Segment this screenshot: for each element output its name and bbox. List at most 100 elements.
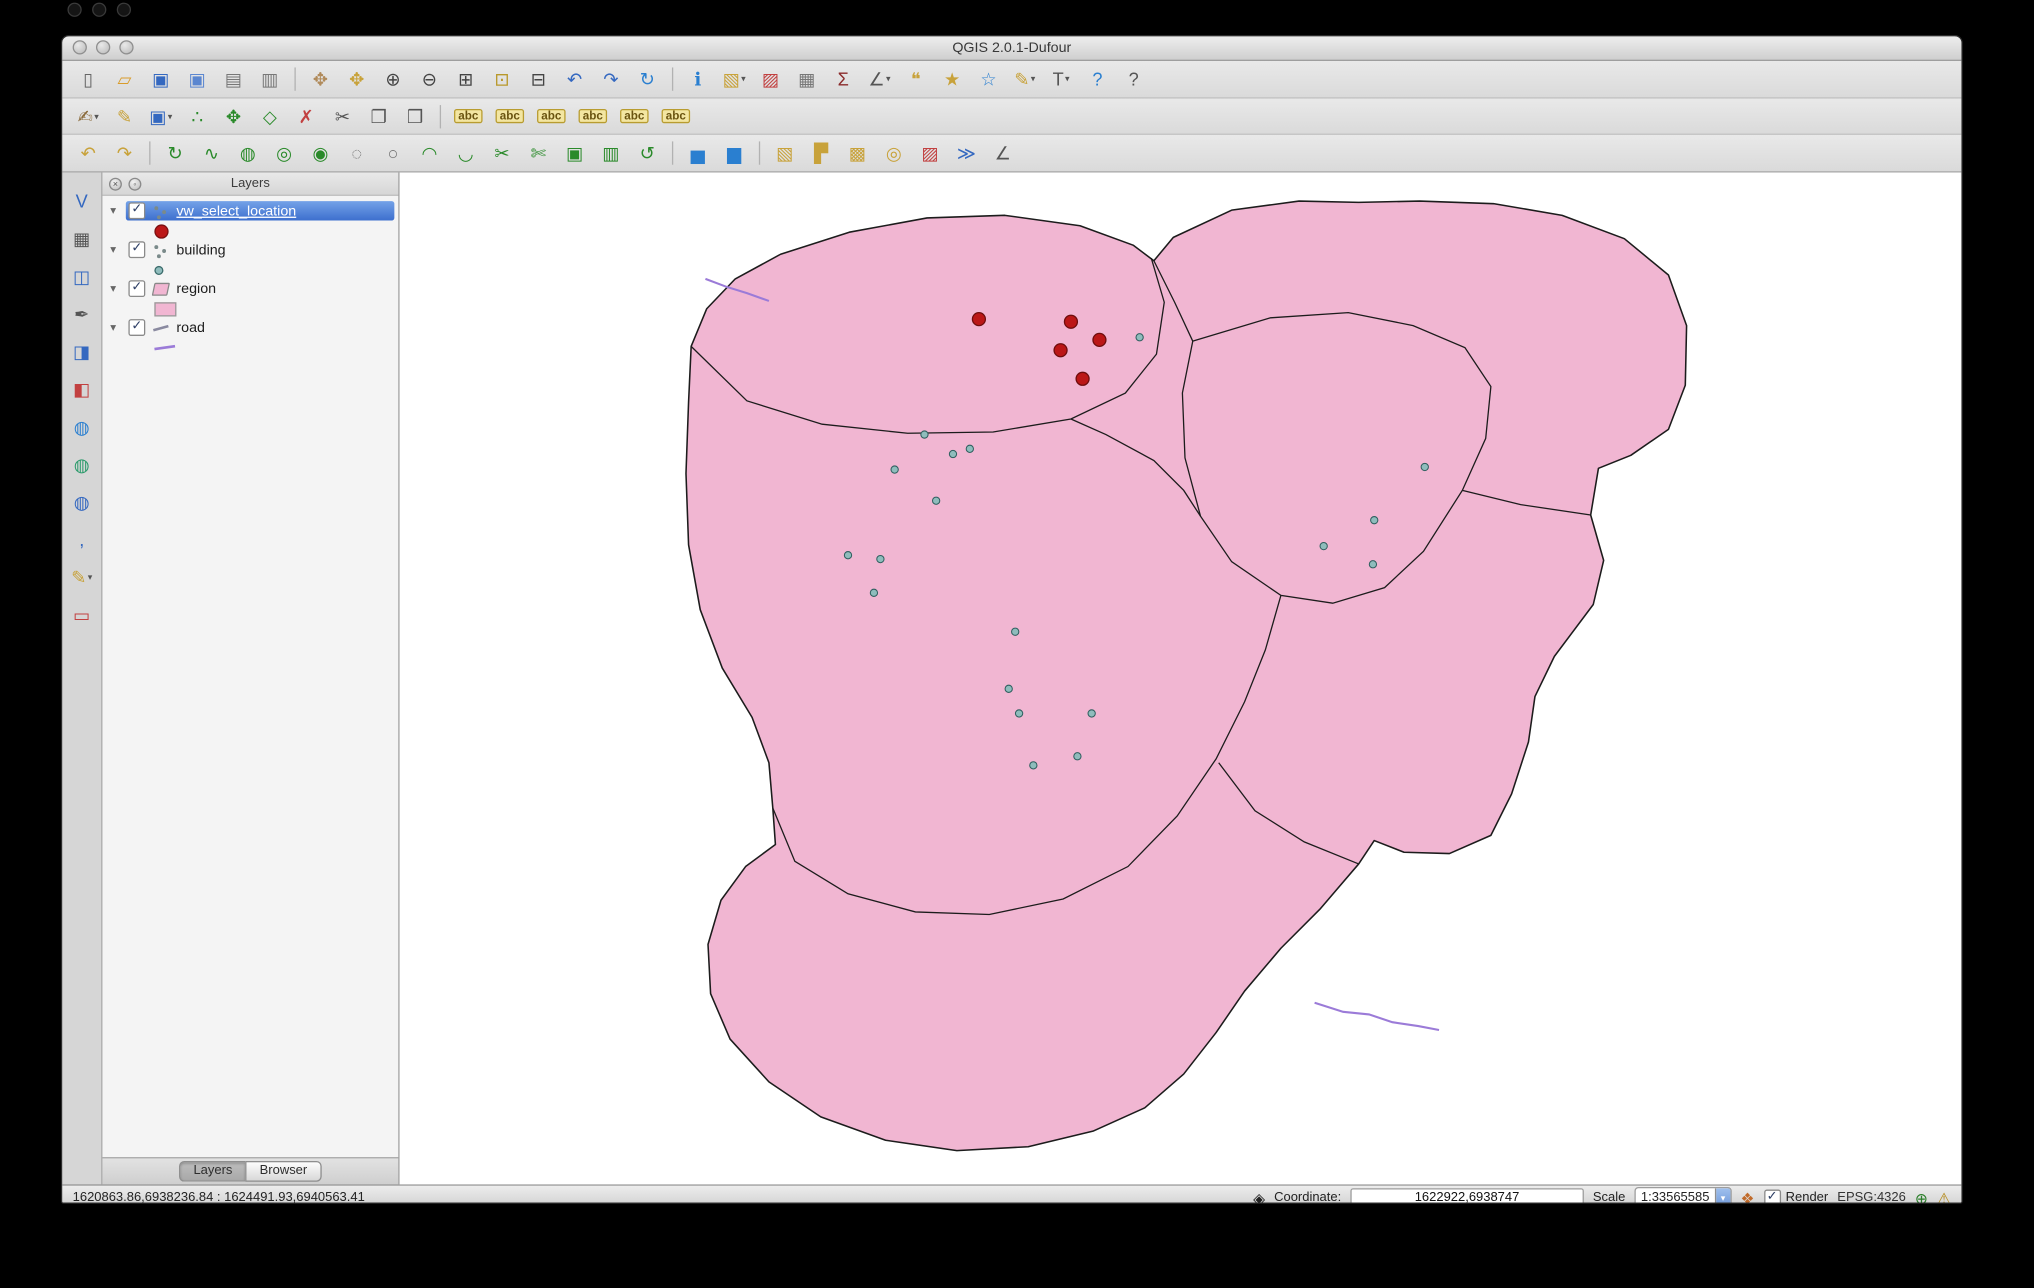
refresh-map-icon[interactable]: ↻ — [630, 64, 664, 94]
split-parts-icon[interactable]: ✄ — [521, 138, 555, 168]
log-messages-icon[interactable]: ⚠ — [1937, 1190, 1951, 1204]
add-raster-layer-icon[interactable]: ▦ — [66, 223, 97, 254]
add-ring-icon[interactable]: ◍ — [231, 138, 265, 168]
map-tips-icon[interactable]: ❝ — [899, 64, 933, 94]
move-feature-icon[interactable]: ✥ — [217, 101, 251, 131]
statistical-summary-icon[interactable]: Σ — [826, 64, 860, 94]
node-tool-icon[interactable]: ◇ — [253, 101, 287, 131]
undo-icon[interactable]: ↶ — [71, 138, 105, 168]
zoom-in-icon[interactable]: ⊕ — [376, 64, 410, 94]
expand-collapse-icon[interactable]: ▾ — [110, 281, 126, 295]
python-console-icon[interactable]: ≫ — [950, 138, 984, 168]
add-wms-layer-icon[interactable]: ◍ — [66, 411, 97, 442]
open-attribute-table-icon[interactable]: ▦ — [790, 64, 824, 94]
combo-arrow-icon[interactable]: ▾ — [1715, 1188, 1731, 1204]
zoom-next-icon[interactable]: ↷ — [594, 64, 628, 94]
full-histogram-stretch-icon[interactable]: ▆ — [717, 138, 751, 168]
layer-visibility-checkbox[interactable]: ✓ — [128, 319, 145, 336]
new-project-icon[interactable]: ▯ — [71, 64, 105, 94]
crs-status-icon[interactable]: ⊕ — [1915, 1190, 1928, 1204]
coordinate-input[interactable] — [1350, 1188, 1583, 1204]
paste-features-icon[interactable]: ❒ — [398, 101, 432, 131]
offset-curve-icon[interactable]: ◠ — [413, 138, 447, 168]
measure-icon[interactable]: ∠▾ — [863, 64, 897, 94]
select-by-radius-icon[interactable]: ◎ — [877, 138, 911, 168]
labeling-icon[interactable]: abc — [449, 101, 488, 131]
select-features-icon[interactable]: ▧▾ — [717, 64, 751, 94]
delete-selected-icon[interactable]: ✗ — [289, 101, 323, 131]
delete-ring-icon[interactable]: ◌ — [340, 138, 374, 168]
add-postgis-layer-icon[interactable]: ◫ — [66, 261, 97, 292]
rotate-feature-icon[interactable]: ↻ — [158, 138, 192, 168]
show-bookmarks-icon[interactable]: ☆ — [972, 64, 1006, 94]
minimize-window-button[interactable] — [96, 40, 110, 54]
zoom-to-selection-icon[interactable]: ⊡ — [485, 64, 519, 94]
new-print-composer-icon[interactable]: ▤ — [217, 64, 251, 94]
add-spatialite-layer-icon[interactable]: ✒ — [66, 298, 97, 329]
add-vector-layer-icon[interactable]: V — [66, 185, 97, 216]
layer-item-building[interactable]: ▾✓building — [102, 240, 398, 259]
map-canvas[interactable] — [400, 173, 1962, 1185]
layer-visibility-checkbox[interactable]: ✓ — [128, 202, 145, 219]
layer-item-road[interactable]: ▾✓road — [102, 318, 398, 337]
pin-unpin-labels-icon[interactable]: abc — [490, 101, 529, 131]
deselect-all-icon[interactable]: ▨ — [913, 138, 947, 168]
save-layer-edits-icon[interactable]: ▣▾ — [144, 101, 178, 131]
add-oracle-layer-icon[interactable]: ◧ — [66, 374, 97, 405]
help-icon[interactable]: ? — [1081, 64, 1115, 94]
merge-features-icon[interactable]: ▣ — [558, 138, 592, 168]
merge-attributes-icon[interactable]: ▥ — [594, 138, 628, 168]
stop-rendering-icon[interactable]: ❖ — [1741, 1190, 1755, 1204]
expand-collapse-icon[interactable]: ▾ — [110, 320, 126, 334]
layer-visibility-checkbox[interactable]: ✓ — [128, 241, 145, 258]
toggle-extents-icon[interactable]: ◈ — [1253, 1190, 1265, 1204]
select-by-rectangle-icon[interactable]: ▧ — [768, 138, 802, 168]
add-delimited-text-layer-icon[interactable]: , — [66, 524, 97, 555]
redo-icon[interactable]: ↷ — [108, 138, 142, 168]
zoom-window-button[interactable] — [119, 40, 133, 54]
identify-features-icon[interactable]: ℹ — [681, 64, 715, 94]
render-toggle[interactable]: ✓ Render — [1764, 1190, 1829, 1204]
add-wcs-layer-icon[interactable]: ◍ — [66, 449, 97, 480]
close-window-button[interactable] — [73, 40, 87, 54]
copy-features-icon[interactable]: ❐ — [362, 101, 396, 131]
window-titlebar[interactable]: QGIS 2.0.1-Dufour — [62, 36, 1961, 61]
select-by-freehand-icon[interactable]: ▩ — [841, 138, 875, 168]
split-features-icon[interactable]: ✂ — [485, 138, 519, 168]
delete-part-icon[interactable]: ○ — [376, 138, 410, 168]
layer-item-region[interactable]: ▾✓region — [102, 279, 398, 298]
highlight-pinned-labels-icon[interactable]: abc — [532, 101, 571, 131]
composer-manager-icon[interactable]: ▥ — [253, 64, 287, 94]
current-edits-icon[interactable]: ✍▾ — [71, 101, 105, 131]
zoom-to-layer-icon[interactable]: ⊟ — [521, 64, 555, 94]
layer-visibility-checkbox[interactable]: ✓ — [128, 280, 145, 297]
zoom-out-icon[interactable]: ⊖ — [413, 64, 447, 94]
reshape-features-icon[interactable]: ◡ — [449, 138, 483, 168]
save-project-as-icon[interactable]: ▣ — [180, 64, 214, 94]
zoom-last-icon[interactable]: ↶ — [558, 64, 592, 94]
save-project-icon[interactable]: ▣ — [144, 64, 178, 94]
render-checkbox[interactable]: ✓ — [1764, 1190, 1781, 1204]
new-bookmark-icon[interactable]: ★ — [935, 64, 969, 94]
pan-to-selection-icon[interactable]: ✥ — [340, 64, 374, 94]
expand-collapse-icon[interactable]: ▾ — [110, 204, 126, 218]
remove-layer-icon[interactable]: ▭ — [66, 599, 97, 630]
change-label-icon[interactable]: abc — [656, 101, 695, 131]
text-annotation-icon[interactable]: T▾ — [1044, 64, 1078, 94]
local-histogram-stretch-icon[interactable]: ▅ — [681, 138, 715, 168]
new-shapefile-layer-icon[interactable]: ✎▾ — [66, 562, 97, 593]
add-mssql-layer-icon[interactable]: ◨ — [66, 336, 97, 367]
measure-angle-icon[interactable]: ∠ — [986, 138, 1020, 168]
move-label-icon[interactable]: abc — [573, 101, 612, 131]
scale-combo[interactable]: 1:33565585 ▾ — [1634, 1187, 1731, 1204]
cut-features-icon[interactable]: ✂ — [326, 101, 360, 131]
layer-item-vw_select_location[interactable]: ▾✓vw_select_location — [102, 201, 398, 220]
fill-ring-icon[interactable]: ◉ — [304, 138, 338, 168]
open-project-icon[interactable]: ▱ — [108, 64, 142, 94]
deselect-features-icon[interactable]: ▨ — [754, 64, 788, 94]
expand-collapse-icon[interactable]: ▾ — [110, 243, 126, 257]
toggle-editing-icon[interactable]: ✎ — [108, 101, 142, 131]
zoom-full-extent-icon[interactable]: ⊞ — [449, 64, 483, 94]
panel-tab-browser[interactable]: Browser — [245, 1161, 321, 1182]
whats-this-icon[interactable]: ? — [1117, 64, 1151, 94]
